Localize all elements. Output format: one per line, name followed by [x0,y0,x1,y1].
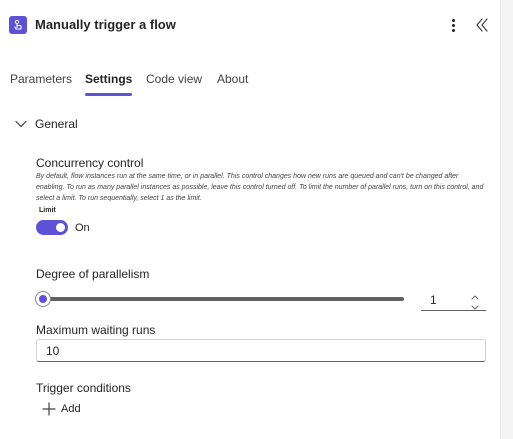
touch-trigger-icon [9,16,27,34]
tab-settings[interactable]: Settings [85,66,133,98]
decrement-button[interactable] [469,300,481,310]
waiting-runs-input[interactable] [36,339,486,362]
limit-label: Limit [39,207,56,214]
parallelism-value: 1 [430,293,437,307]
trigger-conditions-label: Trigger conditions [36,381,131,395]
more-options-button[interactable] [446,15,460,35]
more-vertical-icon [451,18,455,22]
chevron-down-icon [471,305,479,310]
waiting-runs-label: Maximum waiting runs [36,323,156,337]
parallelism-spinbutton[interactable]: 1 [421,289,486,311]
slider-thumb[interactable] [36,292,50,306]
parallelism-label: Degree of parallelism [36,267,150,281]
concurrency-toggle[interactable] [36,220,68,235]
add-label: Add [61,403,81,415]
general-section-toggle[interactable]: General [14,114,78,134]
tab-about[interactable]: About [217,66,248,98]
tab-parameters[interactable]: Parameters [10,66,72,98]
section-label: General [35,117,78,131]
panel-header: Manually trigger a flow [0,0,500,52]
canvas-edge [500,0,513,439]
settings-panel: Manually trigger a flow Parameters Setti… [0,0,500,439]
increment-button[interactable] [469,289,481,300]
concurrency-label: Concurrency control [36,156,144,170]
toggle-knob [56,223,65,232]
collapse-panel-button[interactable] [474,15,490,35]
slider-track [44,297,404,301]
tab-list: Parameters Settings Code view About [0,66,500,98]
concurrency-description: By default, flow instances run at the sa… [36,173,484,202]
add-trigger-condition-button[interactable]: Add [42,400,81,418]
panel-title: Manually trigger a flow [35,17,176,32]
plus-icon [42,402,56,416]
toggle-state-label: On [75,222,90,234]
parallelism-slider[interactable] [36,291,406,307]
tab-code-view[interactable]: Code view [146,66,202,98]
chevron-down-icon [15,120,27,128]
double-chevron-left-icon [476,18,488,32]
